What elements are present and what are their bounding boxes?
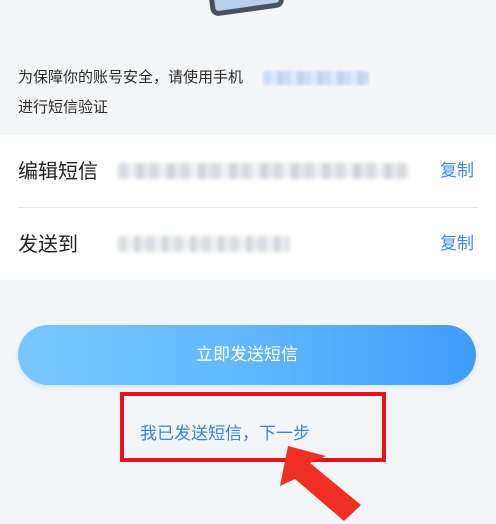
phone-icon	[205, 0, 285, 17]
send-to-label: 发送到	[18, 232, 78, 256]
send-to-row: 发送到 复制	[0, 208, 496, 280]
blurred-message-content	[118, 163, 408, 179]
sms-details-card: 编辑短信 复制 发送到 复制	[0, 135, 496, 280]
send-sms-button[interactable]: 立即发送短信	[18, 325, 476, 385]
verification-instructions: 为保障你的账号安全，请使用手机 进行短信验证	[18, 62, 478, 122]
arrow-icon	[268, 443, 376, 524]
message-row: 编辑短信 复制	[0, 135, 496, 207]
blurred-phone-number	[263, 70, 370, 85]
copy-message-button[interactable]: 复制	[440, 159, 474, 183]
instruction-line: 为保障你的账号安全，请使用手机	[18, 62, 478, 92]
message-label: 编辑短信	[18, 159, 98, 183]
instruction-line-2: 进行短信验证	[18, 98, 109, 116]
copy-recipient-button[interactable]: 复制	[440, 232, 474, 256]
instruction-text: 为保障你的账号安全，请使用手机	[18, 68, 244, 86]
blurred-recipient	[118, 236, 290, 252]
